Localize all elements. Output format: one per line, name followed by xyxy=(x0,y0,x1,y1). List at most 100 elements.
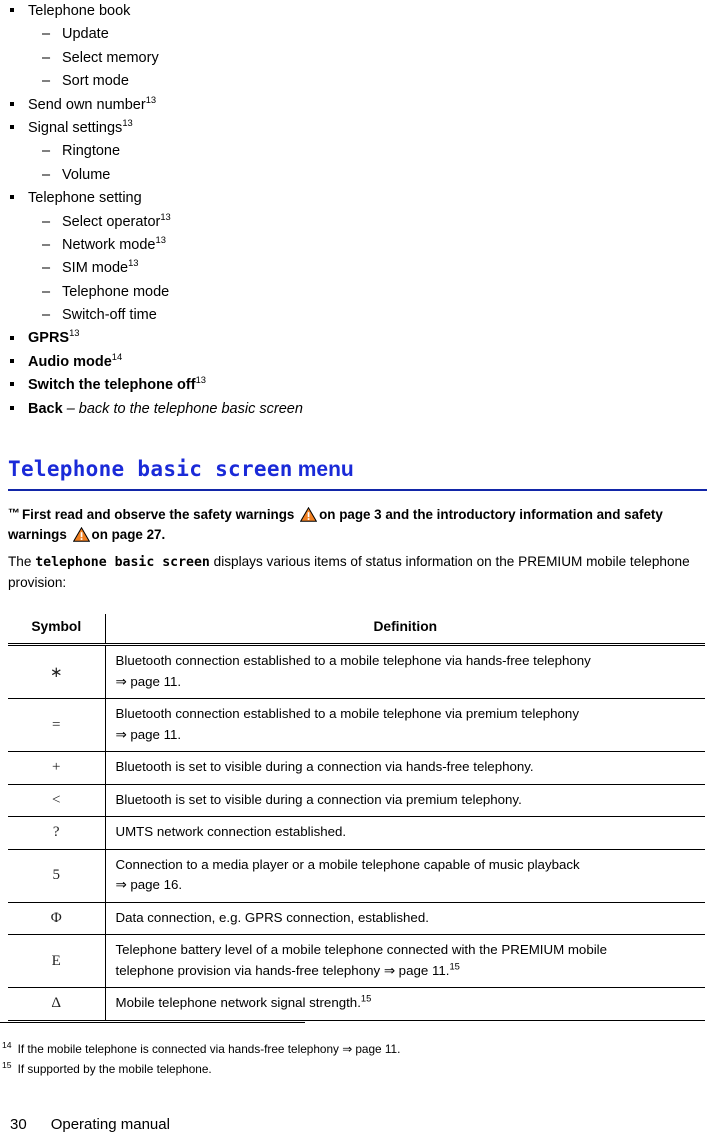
symbol-cell: + xyxy=(8,751,106,785)
definition-line: Bluetooth is set to visible during a con… xyxy=(115,791,522,807)
definition-line: Connection to a media player or a mobile… xyxy=(115,856,580,872)
definition-cell: Mobile telephone network signal strength… xyxy=(105,987,705,1021)
definition-cell: Telephone battery level of a mobile tele… xyxy=(105,934,705,988)
note-text-part1: First read and observe the safety warnin… xyxy=(22,507,295,522)
definition-line-2: ⇒ page 11. xyxy=(115,673,182,689)
symbol-cell: 5 xyxy=(8,849,106,903)
table-row: 5 Connection to a media player or a mobil… xyxy=(8,849,705,903)
footnote-reference: 13 xyxy=(195,374,206,386)
intro-paragraph: The telephone basic screen displays vari… xyxy=(8,552,698,592)
menu-sub-item: – Select memory xyxy=(0,47,715,70)
definition-line: Mobile telephone network signal strength… xyxy=(115,992,372,1010)
table-header-row: Symbol Definition xyxy=(8,614,705,646)
menu-item-text: SIM mode xyxy=(62,260,129,277)
menu-item-label: Network mode13 xyxy=(62,234,166,257)
menu-bullet-list: Telephone book – Update – Select memory – Sort… xyxy=(0,0,715,421)
dash-marker: – xyxy=(42,283,51,300)
definition-line: Data connection, e.g. GPRS connection, e… xyxy=(115,909,429,925)
footnote-text: If the mobile telephone is connected via… xyxy=(17,1042,401,1056)
intro-before: The xyxy=(8,554,36,569)
menu-sub-item: – Ringtone xyxy=(0,140,715,163)
menu-sub-item: – Sort mode xyxy=(0,70,715,93)
menu-item-label: Telephone book xyxy=(28,0,130,23)
page-number: 30 xyxy=(10,1116,27,1133)
symbol-cell: < xyxy=(8,784,106,817)
footnote-reference: 14 xyxy=(111,351,123,363)
intro-mono-term: telephone basic screen xyxy=(35,555,210,570)
menu-item-text: Switch-off time xyxy=(62,307,157,324)
menu-sub-item: – Switch-off time xyxy=(0,304,715,327)
menu-item-label: Signal settings13 xyxy=(28,117,133,140)
footnote-reference: 15 xyxy=(449,960,460,972)
menu-item-label: Select operator13 xyxy=(62,211,171,234)
menu-item-description: – back to the telephone basic screen xyxy=(62,400,303,417)
menu-item-label: Switch the telephone off13 xyxy=(28,374,206,397)
dash-marker: – xyxy=(42,143,51,160)
menu-sub-item: – Volume xyxy=(0,164,715,187)
menu-item: Telephone setting xyxy=(0,187,715,210)
menu-sub-item: – Update xyxy=(0,23,715,46)
square-bullet-icon xyxy=(10,0,24,23)
menu-item-label: Select memory xyxy=(62,47,159,70)
dash-marker: – xyxy=(42,166,51,183)
menu-item: Audio mode14 xyxy=(0,351,715,374)
column-header-symbol: Symbol xyxy=(8,614,106,646)
menu-item-label: SIM mode13 xyxy=(62,257,139,280)
menu-item-text: Select memory xyxy=(62,49,159,66)
table-row: E Telephone battery level of a mobile tel… xyxy=(8,934,705,988)
menu-item-text: Update xyxy=(62,26,109,43)
warning-triangle-icon xyxy=(299,506,318,522)
menu-item-label: Telephone setting xyxy=(28,187,142,210)
footnote-number: 14 xyxy=(2,1040,12,1051)
footnote: 14 If the mobile telephone is connected v… xyxy=(2,1040,692,1060)
menu-item-text: Ringtone xyxy=(62,143,121,160)
menu-item: Send own number13 xyxy=(0,94,715,117)
definition-cell: Connection to a media player or a mobile… xyxy=(105,849,705,903)
menu-item-text: Back xyxy=(28,400,63,417)
footnote-reference: 13 xyxy=(128,257,139,269)
table-row: = Bluetooth connection established to a m… xyxy=(8,698,705,752)
menu-item: GPRS13 xyxy=(0,327,715,350)
square-bullet-icon xyxy=(10,398,24,421)
symbol-cell: Δ xyxy=(8,987,106,1021)
table-row: Δ Mobile telephone network signal strengt… xyxy=(8,987,705,1021)
symbol-cell: ? xyxy=(8,816,106,850)
menu-item-label: Sort mode xyxy=(62,70,129,93)
menu-item: Signal settings13 xyxy=(0,117,715,140)
table-row: + Bluetooth is set to visible during a co… xyxy=(8,751,705,785)
menu-item-text: Audio mode xyxy=(28,353,112,370)
menu-item-text: Network mode xyxy=(62,236,156,253)
definition-line: Bluetooth connection established to a mo… xyxy=(115,653,591,668)
menu-item-label: Switch-off time xyxy=(62,304,157,327)
menu-sub-item: – Select operator13 xyxy=(0,211,715,234)
menu-item-text: Send own number xyxy=(28,96,146,113)
footnote-reference: 15 xyxy=(360,992,372,1004)
symbol-cell: Φ xyxy=(8,902,106,935)
table-row: ∗ Bluetooth connection established to a m… xyxy=(8,644,705,699)
menu-item-text: Sort mode xyxy=(62,73,129,90)
table-row: Φ Data connection, e.g. GPRS connection, … xyxy=(8,902,705,935)
menu-item-label: Telephone mode xyxy=(62,281,169,304)
definition-line: Bluetooth connection established to a mo… xyxy=(115,706,579,721)
heading-menu-word: menu xyxy=(297,458,354,481)
definition-line: Bluetooth is set to visible during a con… xyxy=(115,759,534,774)
definition-cell: Bluetooth connection established to a mo… xyxy=(105,644,705,699)
menu-item-text: GPRS xyxy=(28,330,70,347)
definition-line-2: ⇒ page 16. xyxy=(115,877,183,892)
heading-underline-rule xyxy=(8,489,707,491)
column-header-definition: Definition xyxy=(105,614,705,646)
menu-sub-item: – SIM mode13 xyxy=(0,257,715,280)
square-bullet-icon xyxy=(10,117,24,140)
footnote: 15 If supported by the mobile telephone. xyxy=(2,1060,692,1080)
dash-marker: – xyxy=(42,49,51,66)
menu-item-label: Back – back to the telephone basic scree… xyxy=(28,398,303,421)
definition-cell: Data connection, e.g. GPRS connection, e… xyxy=(105,902,705,935)
menu-item-text: Signal settings xyxy=(28,119,123,136)
square-bullet-icon xyxy=(10,187,24,210)
menu-item-text: Telephone book xyxy=(28,3,131,19)
square-bullet-icon xyxy=(10,351,24,374)
menu-item-label: Ringtone xyxy=(62,140,120,163)
menu-item-text: Telephone mode xyxy=(62,283,170,300)
symbol-cell: E xyxy=(8,934,106,988)
menu-sub-item: – Network mode13 xyxy=(0,234,715,257)
